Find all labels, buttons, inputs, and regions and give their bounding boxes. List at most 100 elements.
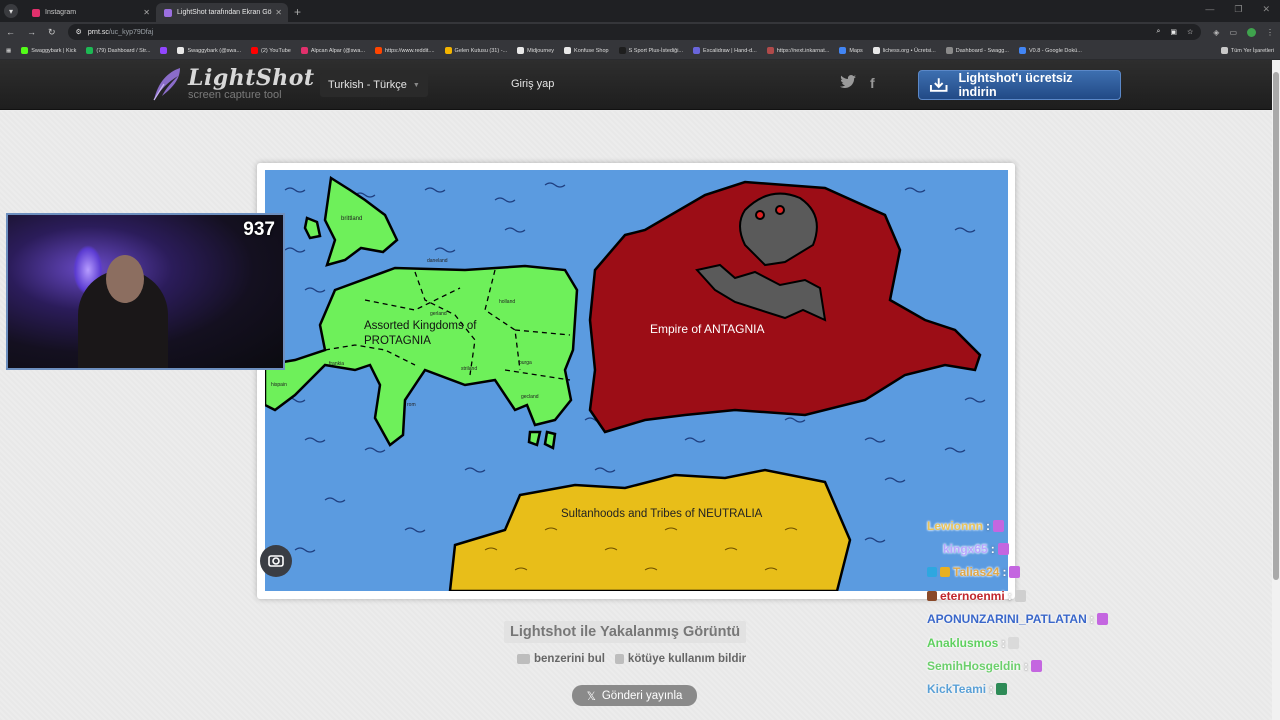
url-host: prnt.sc — [87, 28, 109, 36]
chat-separator: : — [1002, 565, 1007, 580]
post-button-label: Gönderi yayınla — [601, 689, 683, 702]
chat-username: eternoenmi — [940, 588, 1005, 603]
instagram-icon — [32, 8, 40, 17]
maps-icon — [839, 47, 847, 54]
extensions-icon[interactable]: ◈ — [1213, 28, 1219, 37]
map-label-protagnia-name: PROTAGNIA — [364, 335, 431, 347]
bookmark-item[interactable]: https://next.inkarnat... — [766, 47, 830, 54]
bookmarks-bar: ▦ Swaggybark | Kick (79) Dashboard / Str… — [0, 42, 1280, 60]
bookmark-label: Swaggybark (@swa... — [187, 47, 242, 54]
back-icon[interactable]: ← — [6, 27, 15, 37]
tab-search-button[interactable]: ▾ — [4, 4, 18, 18]
bookmark-label: Dashboard - Swagg... — [955, 47, 1009, 54]
emote-icon — [996, 683, 1008, 696]
facebook-icon[interactable]: f — [870, 75, 875, 92]
twitter-icon[interactable] — [840, 75, 856, 92]
map-label-holland: holland — [499, 299, 515, 305]
close-window-icon[interactable]: ✕ — [1262, 4, 1270, 15]
restore-icon[interactable]: ❐ — [1234, 4, 1242, 15]
tab-lightshot[interactable]: LightShot tarafından Ekran Gö ✕ — [156, 3, 288, 22]
all-bookmarks-folder[interactable]: Tüm Yer İşaretleri — [1220, 47, 1274, 54]
bookmark-item[interactable]: https://www.reddit.... — [375, 47, 435, 54]
bookmark-item[interactable]: V0.8 - Google Dokü... — [1018, 47, 1082, 54]
map-island — [303, 216, 322, 240]
site-info-icon[interactable]: ⚙ — [76, 28, 82, 36]
map-label-striland: striland — [461, 366, 477, 372]
chat-message: eternoenmi: — [927, 584, 1127, 607]
map-label-antagnia: Empire of ANTAGNIA — [650, 322, 764, 336]
logo-title: LightShot — [188, 65, 315, 91]
chat-username: KickTeami — [927, 682, 987, 697]
map-label-gerland: gerland — [430, 311, 447, 317]
bookmark-label: Tüm Yer İşaretleri — [1230, 47, 1274, 54]
forward-icon[interactable]: → — [27, 27, 36, 37]
url-path: /uc_kyp79Dfaj — [108, 28, 154, 36]
bookmark-label: (79) Dashboard / Str... — [96, 47, 151, 54]
bookmark-item[interactable]: Swaggybark (@swa... — [177, 47, 241, 54]
bookmark-item[interactable]: Gelen Kutusu (31) -... — [444, 47, 507, 54]
bookmark-favicon — [21, 47, 29, 54]
apps-icon[interactable]: ▦ — [6, 48, 11, 54]
bookmark-item[interactable]: Alpcan Alpar (@swa... — [300, 47, 366, 54]
browser-tab-bar: ▾ Instagram ✕ LightShot tarafından Ekran… — [0, 0, 1280, 22]
language-selector[interactable]: Turkish - Türkçe ▼ — [320, 73, 428, 97]
post-button[interactable]: 𝕏 Gönderi yayınla — [572, 685, 697, 706]
emote-icon — [1014, 589, 1026, 602]
sidebar-icon[interactable]: ▭ — [1229, 28, 1237, 37]
bookmark-item[interactable]: Excalidraw | Hand-d... — [693, 47, 757, 54]
bookmark-item[interactable]: Swaggybark | Kick — [21, 47, 76, 54]
cast-icon[interactable]: ▣ — [1170, 28, 1177, 36]
find-similar-link[interactable]: benzerini bul — [517, 653, 605, 665]
bookmark-item[interactable]: Dashboard - Swagg... — [945, 47, 1009, 54]
map-label-hispain: hispain — [271, 382, 287, 388]
lightshot-logo[interactable]: LightShot screen capture tool — [150, 66, 315, 102]
x-logo-icon: 𝕏 — [586, 690, 596, 703]
profile-avatar[interactable] — [1247, 27, 1256, 37]
map-label-rom: rom — [407, 402, 416, 408]
map-label-neutralia: Sultanhoods and Tribes of NEUTRALIA — [561, 508, 763, 520]
bookmark-favicon — [517, 47, 525, 54]
bookmark-label: Swaggybark | Kick — [31, 47, 77, 54]
close-icon[interactable]: ✕ — [275, 8, 282, 17]
chat-message: Talias24: — [927, 561, 1127, 584]
bookmark-item[interactable] — [160, 47, 168, 54]
login-link[interactable]: Giriş yap — [511, 78, 554, 90]
chat-username: kingx65 — [943, 542, 988, 557]
new-tab-button[interactable]: + — [294, 5, 301, 19]
chat-separator: : — [986, 518, 990, 533]
page-scrollbar[interactable] — [1272, 60, 1280, 720]
report-abuse-link[interactable]: kötüye kullanım bildir — [614, 653, 746, 665]
bookmark-label: Excalidraw | Hand-d... — [703, 47, 757, 54]
docs-icon — [1018, 47, 1026, 54]
reload-icon[interactable]: ↻ — [48, 27, 56, 38]
bookmark-item[interactable]: Konfuse Shop — [564, 47, 609, 54]
bookmark-item[interactable]: Midjourney — [517, 47, 554, 54]
chat-separator: : — [1089, 612, 1094, 627]
address-bar[interactable]: ⚙ prnt.sc/uc_kyp79Dfaj ⌕ ▣ ☆ — [67, 24, 1202, 40]
minimize-icon[interactable]: — — [1205, 4, 1214, 15]
tab-instagram[interactable]: Instagram ✕ — [24, 3, 156, 22]
chat-message: SemihHosgeldin: — [927, 654, 1127, 677]
bookmark-label: lichess.org • Ücretsi... — [882, 47, 936, 54]
screenshot-image[interactable]: brittland daneland gerland holland Assor… — [265, 170, 1008, 591]
chat-separator: : — [990, 542, 995, 557]
lens-search-button[interactable] — [260, 545, 292, 577]
scrollbar-thumb[interactable] — [1273, 72, 1279, 580]
chat-message: KickTeami: — [927, 678, 1127, 701]
bookmark-item[interactable]: lichess.org • Ücretsi... — [872, 47, 936, 54]
menu-icon[interactable]: ⋮ — [1266, 28, 1274, 37]
map-label-protagnia: Assorted Kingdoms of — [364, 320, 477, 332]
bookmark-item[interactable]: (79) Dashboard / Str... — [86, 47, 150, 54]
bookmark-item[interactable]: Maps — [839, 47, 863, 54]
bookmark-favicon — [86, 47, 94, 54]
bookmark-label: Alpcan Alpar (@swa... — [310, 47, 366, 54]
bookmark-label: https://next.inkarnat... — [776, 47, 830, 54]
bookmark-favicon — [945, 47, 953, 54]
close-icon[interactable]: ✕ — [143, 8, 150, 17]
bookmark-item[interactable]: S Sport Plus-İstediği... — [618, 47, 683, 54]
zoom-icon[interactable]: ⌕ — [1156, 28, 1160, 36]
download-button[interactable]: Lightshot'ı ücretsiz indirin — [918, 70, 1121, 100]
bookmark-item[interactable]: (2) YouTube — [251, 47, 291, 54]
bookmark-favicon — [872, 47, 880, 54]
bookmark-star-icon[interactable]: ☆ — [1187, 28, 1193, 36]
